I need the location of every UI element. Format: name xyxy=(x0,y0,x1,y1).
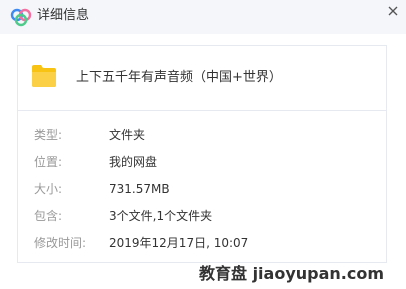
detail-row-location: 位置: 我的网盘 xyxy=(18,153,386,171)
detail-row-contents: 包含: 3个文件,1个文件夹 xyxy=(18,207,386,225)
detail-value: 我的网盘 xyxy=(109,155,158,169)
detail-row-size: 大小: 731.57MB xyxy=(18,180,386,198)
close-button[interactable] xyxy=(384,2,402,20)
watermark: 教育盘 jiaoyupan.com xyxy=(199,264,385,283)
detail-value: 3个文件,1个文件夹 xyxy=(109,209,213,223)
detail-label: 包含: xyxy=(34,209,63,223)
detail-label: 修改时间: xyxy=(34,236,87,250)
detail-label: 类型: xyxy=(34,128,63,142)
detail-value: 731.57MB xyxy=(109,182,170,196)
close-icon[interactable] xyxy=(388,6,398,16)
detail-row-modified: 修改时间: 2019年12月17日, 10:07 xyxy=(18,234,386,252)
detail-label: 位置: xyxy=(34,155,63,169)
file-name: 上下五千年有声音频（中国+世界） xyxy=(76,70,282,85)
window-title: 详细信息 xyxy=(37,8,90,23)
detail-label: 大小: xyxy=(34,182,63,196)
folder-icon xyxy=(32,65,56,87)
detail-value: 文件夹 xyxy=(109,128,146,142)
file-header: 上下五千年有声音频（中国+世界） xyxy=(18,46,386,111)
details-card: 上下五千年有声音频（中国+世界） 类型: 文件夹 位置: 我的网盘 大小: 73… xyxy=(17,45,387,263)
window-titlebar: 详细信息 xyxy=(0,0,406,34)
baidu-netdisk-cloud-icon xyxy=(10,8,32,27)
detail-row-type: 类型: 文件夹 xyxy=(18,126,386,144)
detail-value: 2019年12月17日, 10:07 xyxy=(109,236,249,250)
